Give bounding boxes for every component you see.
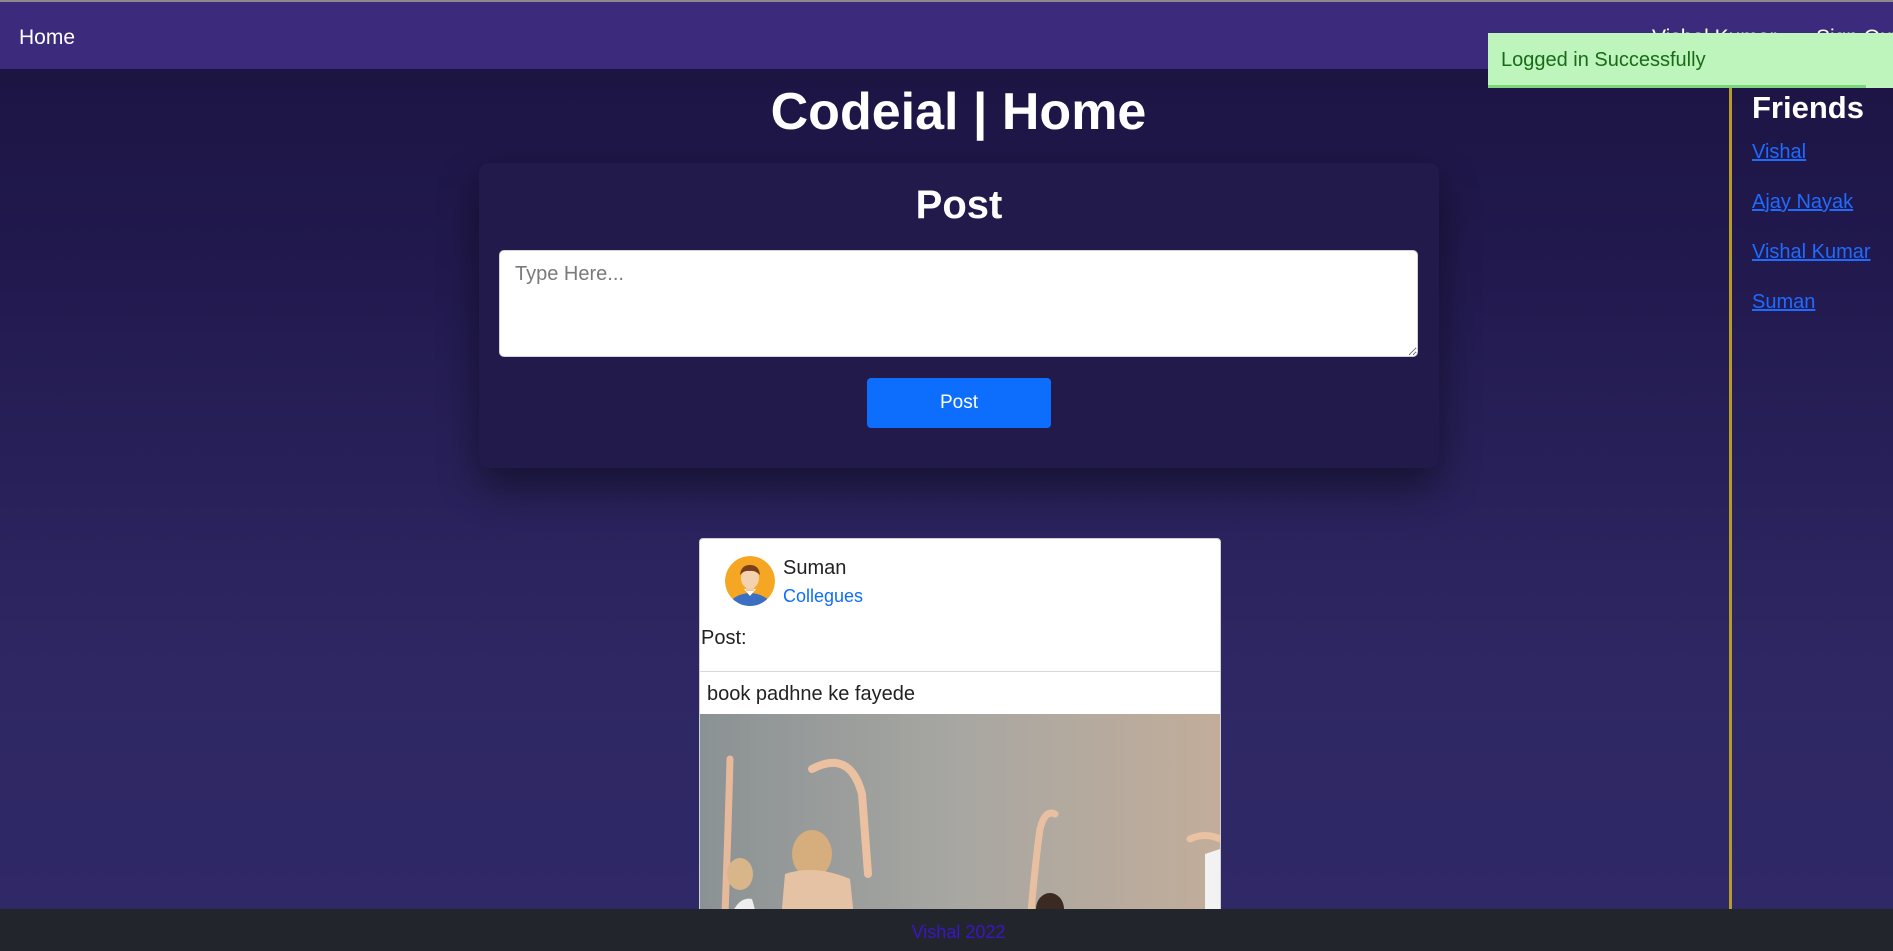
toast-message: Logged in Successfully [1501, 49, 1706, 71]
create-post-title: Post [915, 183, 1003, 227]
friend-link-ajay-nayak[interactable]: Ajay Nayak [1752, 191, 1853, 214]
post-content-text: book padhne ke fayede [707, 683, 915, 705]
post-author-relation[interactable]: Collegues [783, 586, 863, 607]
post-content-input[interactable] [499, 250, 1418, 357]
create-post-card: Post Post [479, 163, 1439, 468]
post-label: Post: [701, 627, 747, 649]
toast-progress-bar [1488, 85, 1866, 88]
post-author-name[interactable]: Suman [783, 557, 846, 580]
sidebar-divider [1729, 69, 1732, 909]
nav-home-link[interactable]: Home [19, 26, 75, 50]
footer: Vishal 2022 [0, 909, 1893, 951]
login-success-toast[interactable]: Logged in Successfully [1488, 33, 1893, 88]
page-title: Codeial | Home [770, 83, 1147, 141]
feed-post: Suman Collegues Post: book padhne ke fay… [699, 538, 1221, 951]
avatar[interactable] [725, 556, 775, 606]
friends-title: Friends [1752, 90, 1864, 125]
friend-link-vishal[interactable]: Vishal [1752, 141, 1806, 164]
friend-link-suman[interactable]: Suman [1752, 291, 1815, 314]
footer-text: Vishal 2022 [911, 922, 1006, 942]
friend-link-vishal-kumar[interactable]: Vishal Kumar [1752, 241, 1871, 264]
post-submit-button[interactable]: Post [867, 378, 1051, 428]
user-avatar-icon [725, 556, 775, 606]
post-divider [700, 671, 1220, 672]
